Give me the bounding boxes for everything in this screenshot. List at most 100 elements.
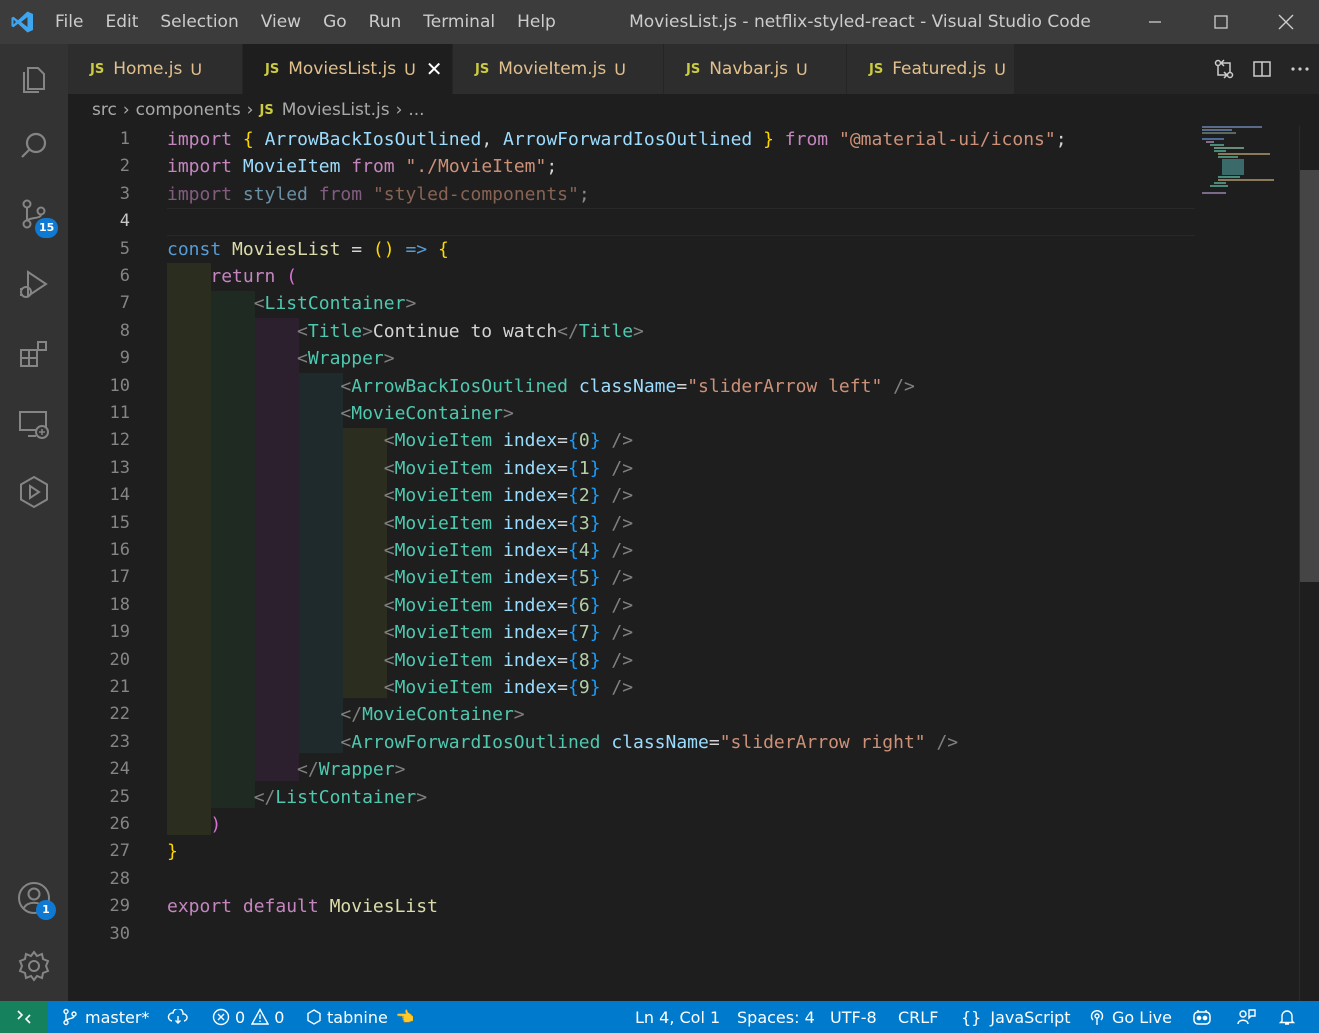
extensions-icon[interactable] [0, 320, 68, 388]
close-tab-icon[interactable]: ✕ [426, 57, 443, 81]
scm-badge: 15 [35, 218, 59, 238]
copilot-icon[interactable] [1192, 1001, 1212, 1033]
open-changes-icon[interactable] [1205, 44, 1243, 94]
search-icon[interactable] [0, 112, 68, 180]
code-line[interactable]: <MovieItem index={2} /> [167, 482, 633, 509]
code-line[interactable]: <MovieItem index={1} /> [167, 455, 633, 482]
menu-terminal[interactable]: Terminal [412, 0, 506, 44]
close-window-button[interactable] [1253, 0, 1319, 44]
code-line[interactable]: <MovieItem index={0} /> [167, 427, 633, 454]
go-live-button[interactable]: Go Live [1088, 1001, 1172, 1033]
hand-pointer-icon: 👈 [395, 1008, 415, 1026]
code-line[interactable]: <Title>Continue to watch</Title> [167, 318, 644, 345]
code-line[interactable]: import { ArrowBackIosOutlined, ArrowForw… [167, 126, 1067, 153]
code-line[interactable]: <ListContainer> [167, 290, 417, 317]
code-line[interactable]: ) [167, 811, 221, 838]
code-line[interactable]: </ListContainer> [167, 784, 427, 811]
git-branch[interactable]: master* [62, 1001, 149, 1033]
tab-home-js[interactable]: JS Home.js U [68, 44, 243, 94]
code-line[interactable]: <MovieItem index={7} /> [167, 619, 633, 646]
code-line[interactable]: <MovieItem index={9} /> [167, 674, 633, 701]
activity-bar: 15 1 [0, 44, 68, 1001]
notifications-bell-icon[interactable] [1278, 1001, 1296, 1033]
line-number: 11 [109, 403, 130, 423]
breadcrumb-src[interactable]: src [92, 100, 117, 120]
menu-edit[interactable]: Edit [94, 0, 149, 44]
braces-icon: {} [961, 1007, 982, 1027]
line-number: 30 [109, 923, 130, 944]
menu-selection[interactable]: Selection [149, 0, 249, 44]
breadcrumb: src › components › JS MoviesList.js › ..… [92, 94, 425, 126]
more-actions-icon[interactable] [1281, 44, 1319, 94]
menu-run[interactable]: Run [358, 0, 413, 44]
run-debug-icon[interactable] [0, 250, 68, 318]
code-line[interactable]: const MoviesList = () => { [167, 236, 449, 263]
menu-file[interactable]: File [44, 0, 94, 44]
minimap[interactable] [1200, 126, 1298, 196]
line-number: 18 [109, 594, 130, 615]
scrollbar-thumb[interactable] [1300, 170, 1319, 582]
line-number: 20 [109, 649, 130, 670]
code-line[interactable]: </MovieContainer> [167, 701, 524, 728]
file-encoding[interactable]: UTF-8 [830, 1001, 877, 1033]
editor-scrollbar[interactable] [1299, 126, 1319, 1001]
code-line[interactable]: <ArrowBackIosOutlined className="sliderA… [167, 373, 914, 400]
problems-indicator[interactable]: 0 0 [212, 1001, 284, 1033]
code-line[interactable]: <MovieItem index={3} /> [167, 510, 633, 537]
tab-navbar-js[interactable]: JS Navbar.js U [664, 44, 847, 94]
menu-help[interactable]: Help [506, 0, 567, 44]
code-line[interactable]: <MovieItem index={8} /> [167, 647, 633, 674]
menu-go[interactable]: Go [312, 0, 358, 44]
warning-icon [251, 1008, 270, 1025]
code-line[interactable]: </Wrapper> [167, 756, 405, 783]
code-line[interactable]: <MovieContainer> [167, 400, 513, 427]
language-mode[interactable]: {} JavaScript [961, 1001, 1071, 1033]
error-count: 0 [235, 1007, 246, 1027]
maximize-button[interactable] [1188, 0, 1254, 44]
split-editor-icon[interactable] [1243, 44, 1281, 94]
line-number: 28 [109, 868, 130, 889]
breadcrumb-components[interactable]: components [136, 100, 241, 120]
js-file-icon: JS [475, 61, 490, 77]
untracked-status: U [614, 59, 626, 79]
code-editor[interactable]: 1 2 3 4 5 6 7 8 9 10 11 12 13 14 15 16 1… [68, 126, 1319, 1001]
end-of-line[interactable]: CRLF [898, 1001, 938, 1033]
sync-icon[interactable] [167, 1001, 189, 1033]
explorer-icon[interactable] [0, 44, 68, 112]
tab-movieslist-js[interactable]: JS MoviesList.js U ✕ [243, 44, 453, 94]
cursor-position[interactable]: Ln 4, Col 1 [635, 1001, 720, 1033]
code-line[interactable]: import styled from "styled-components"; [167, 181, 590, 208]
js-file-icon: JS [686, 61, 701, 77]
code-line[interactable]: <ArrowForwardIosOutlined className="slid… [167, 729, 958, 756]
chevron-right-icon: › [246, 100, 254, 120]
remote-indicator-icon[interactable] [0, 1001, 48, 1033]
menu-view[interactable]: View [250, 0, 312, 44]
code-line[interactable]: return ( [167, 263, 297, 290]
line-number: 24 [109, 759, 130, 780]
window-title: MoviesList.js - netflix-styled-react - V… [629, 12, 1091, 32]
live-share-icon[interactable] [0, 458, 68, 526]
breadcrumb-more[interactable]: ... [408, 100, 424, 120]
js-file-icon: JS [265, 61, 280, 77]
source-control-icon[interactable]: 15 [0, 180, 68, 248]
line-number: 26 [109, 814, 130, 834]
tab-featured-js[interactable]: JS Featured.js U [847, 44, 1015, 94]
indentation-setting[interactable]: Spaces: 4 [737, 1001, 815, 1033]
tab-movieitem-js[interactable]: JS MovieItem.js U [453, 44, 664, 94]
code-line[interactable]: <MovieItem index={5} /> [167, 564, 633, 591]
code-line[interactable]: } [167, 838, 178, 865]
code-line[interactable]: <MovieItem index={4} /> [167, 537, 633, 564]
remote-explorer-icon[interactable] [0, 390, 68, 458]
minimize-button[interactable] [1122, 0, 1188, 44]
line-number: 6 [119, 266, 130, 286]
manage-gear-icon[interactable] [0, 932, 68, 1000]
code-line[interactable]: <MovieItem index={6} /> [167, 592, 633, 619]
tabnine-status[interactable]: tabnine 👈 [307, 1001, 415, 1033]
code-line[interactable]: <Wrapper> [167, 345, 395, 372]
code-line[interactable]: export default MoviesList [167, 893, 438, 920]
accounts-icon[interactable]: 1 [0, 864, 68, 932]
code-line[interactable]: import MovieItem from "./MovieItem"; [167, 153, 557, 180]
breadcrumb-file[interactable]: MoviesList.js [282, 100, 390, 120]
feedback-icon[interactable] [1236, 1001, 1256, 1033]
chevron-right-icon: › [122, 100, 130, 120]
